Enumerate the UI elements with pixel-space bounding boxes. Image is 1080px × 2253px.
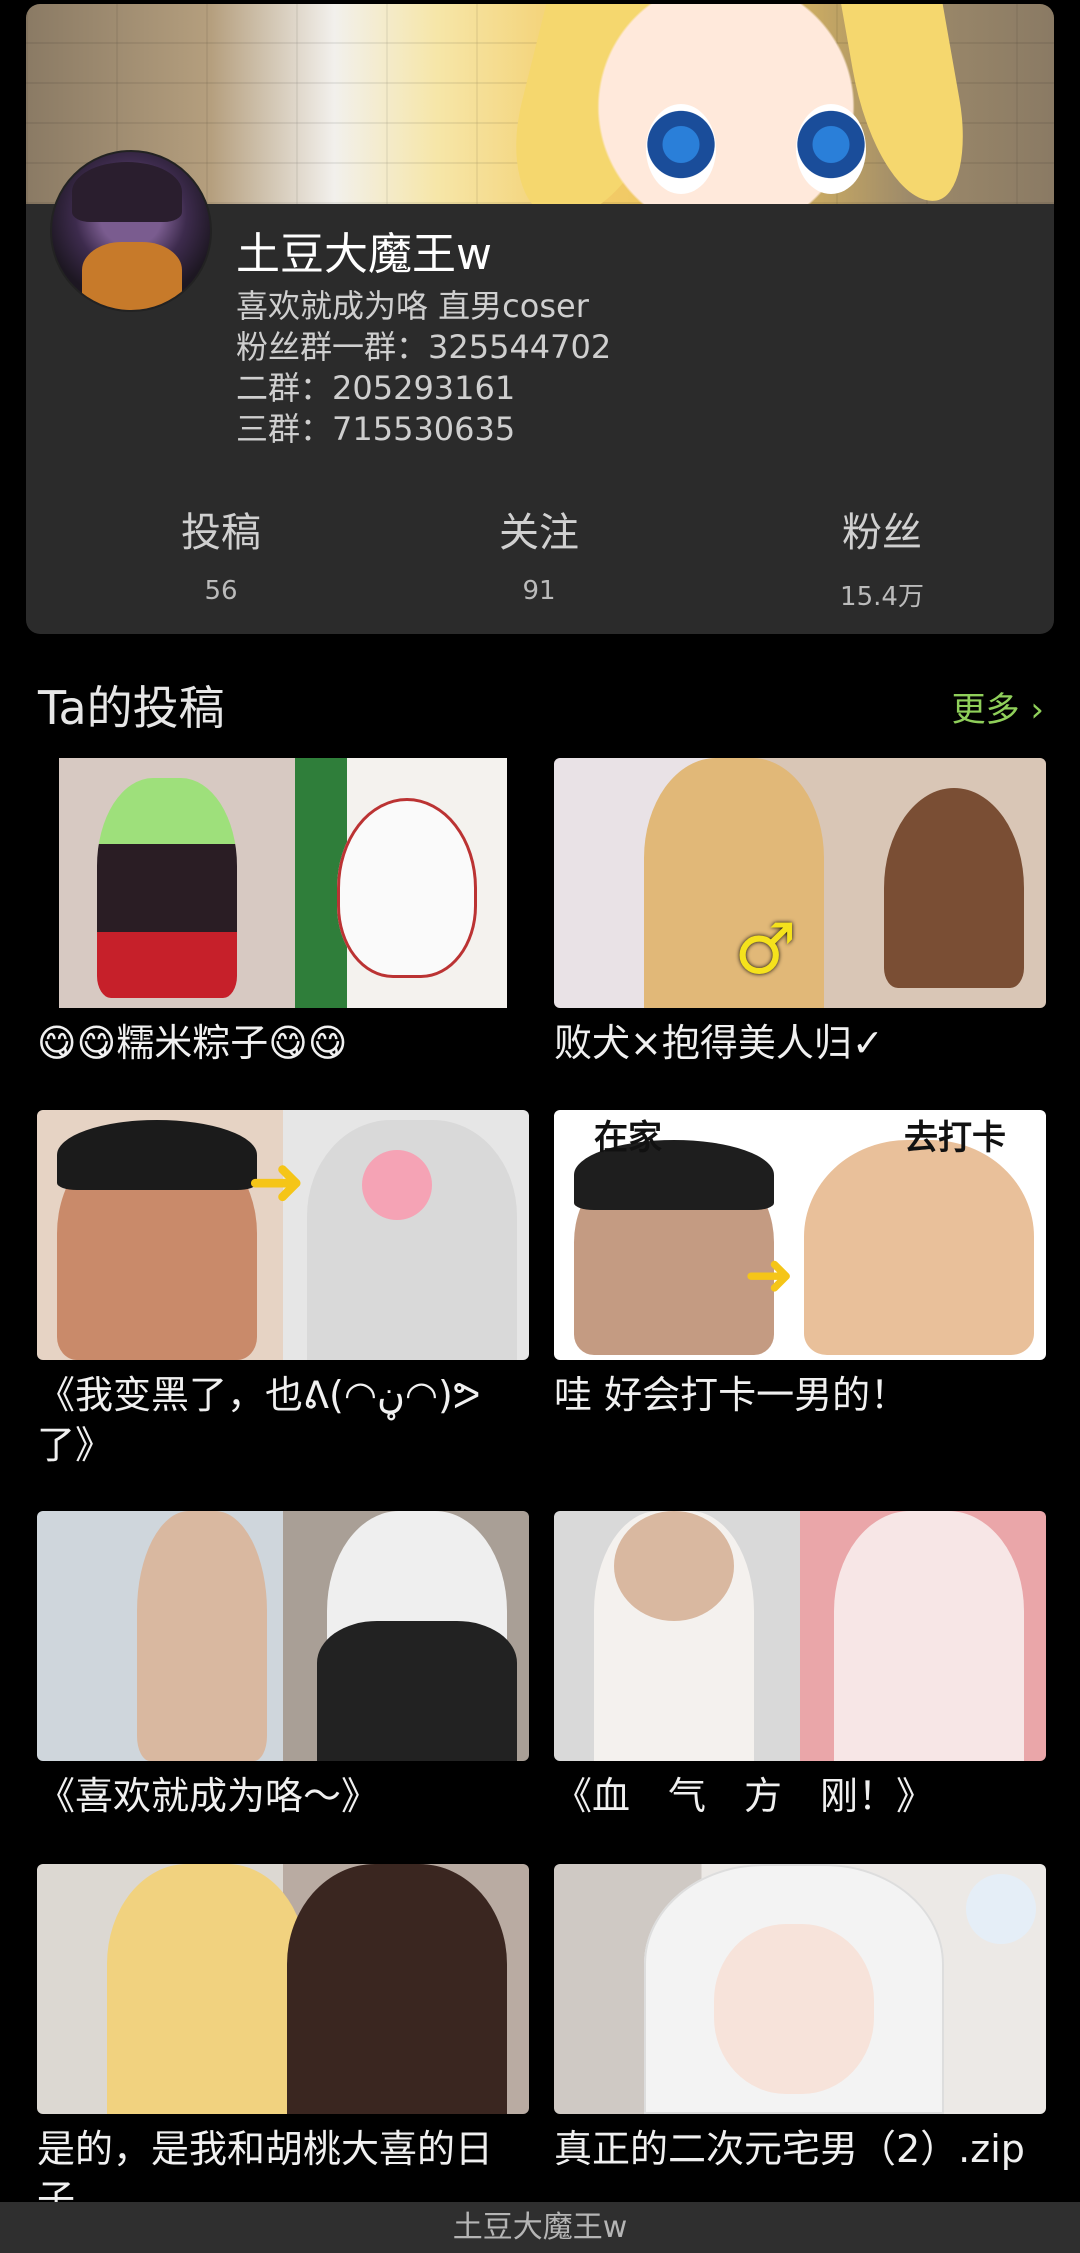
bio-line: 三群：715530635 [236,410,516,448]
post-card[interactable]: 《血 气 方 刚！》 [554,1511,1046,1821]
post-title[interactable]: 哇 好会打卡一男的！ [554,1370,1046,1420]
stat-label: 投稿 [181,510,261,556]
stat-posts[interactable]: 投稿 56 [111,500,331,606]
post-title[interactable]: 《血 气 方 刚！》 [554,1771,1046,1821]
post-title[interactable]: 真正的二次元宅男（2）.zip [554,2124,1046,2174]
stat-label: 关注 [499,510,579,556]
post-thumbnail[interactable]: ➜ [37,1110,529,1360]
post-title[interactable]: 《喜欢就成为咯～》 [37,1771,529,1821]
bottom-title-bar[interactable]: 土豆大魔王w [0,2202,1080,2253]
post-card[interactable]: 是的，是我和胡桃大喜的日子 [37,1864,529,2224]
bio-line: 喜欢就成为咯 直男coser [236,287,589,325]
post-card[interactable]: 😋😋糯米粽子😋😋 [37,758,529,1068]
post-card[interactable]: 《喜欢就成为咯～》 [37,1511,529,1821]
post-title[interactable]: 败犬×抱得美人归✓ [554,1018,1046,1068]
post-thumbnail[interactable]: ➜ 在家 去打卡 [554,1110,1046,1360]
post-card[interactable]: ♂ 败犬×抱得美人归✓ [554,758,1046,1068]
stat-value: 91 [522,576,556,606]
profile-name: 土豆大魔王w [236,229,492,280]
arrow-icon: ➜ [247,1140,306,1222]
male-symbol-icon: ♂ [734,908,797,990]
arrow-icon: ➜ [744,1240,795,1310]
profile-stats: 投稿 56 关注 91 粉丝 15.4万 [26,500,1054,620]
stat-followers[interactable]: 粉丝 15.4万 [772,500,992,613]
stat-value: 15.4万 [840,582,924,612]
avatar[interactable] [50,150,212,312]
thumb-caption: 去打卡 [904,1118,1006,1158]
post-thumbnail[interactable] [37,1511,529,1761]
post-title[interactable]: 《我变黑了，也ᕕ(◠ڼ◠)ᕗ了》 [37,1370,529,1470]
post-card[interactable]: 真正的二次元宅男（2）.zip [554,1864,1046,2174]
bio-line: 二群：205293161 [236,369,516,407]
section-title: Ta的投稿 [38,681,225,735]
post-thumbnail[interactable] [37,758,529,1008]
stat-following[interactable]: 关注 91 [429,500,649,606]
post-thumbnail[interactable] [554,1864,1046,2114]
stat-label: 粉丝 [842,510,922,556]
post-thumbnail[interactable] [37,1864,529,2114]
thumb-caption: 在家 [594,1118,662,1158]
post-card[interactable]: ➜ 《我变黑了，也ᕕ(◠ڼ◠)ᕗ了》 [37,1110,529,1470]
more-link[interactable]: 更多 › [952,682,1044,731]
bio-line: 粉丝群一群：325544702 [236,328,612,366]
post-title[interactable]: 😋😋糯米粽子😋😋 [37,1018,529,1068]
post-thumbnail[interactable]: ♂ [554,758,1046,1008]
profile-bio: 喜欢就成为咯 直男coser 粉丝群一群：325544702 二群：205293… [236,286,611,450]
stat-value: 56 [204,576,238,606]
post-thumbnail[interactable] [554,1511,1046,1761]
post-card[interactable]: ➜ 在家 去打卡 哇 好会打卡一男的！ [554,1110,1046,1420]
